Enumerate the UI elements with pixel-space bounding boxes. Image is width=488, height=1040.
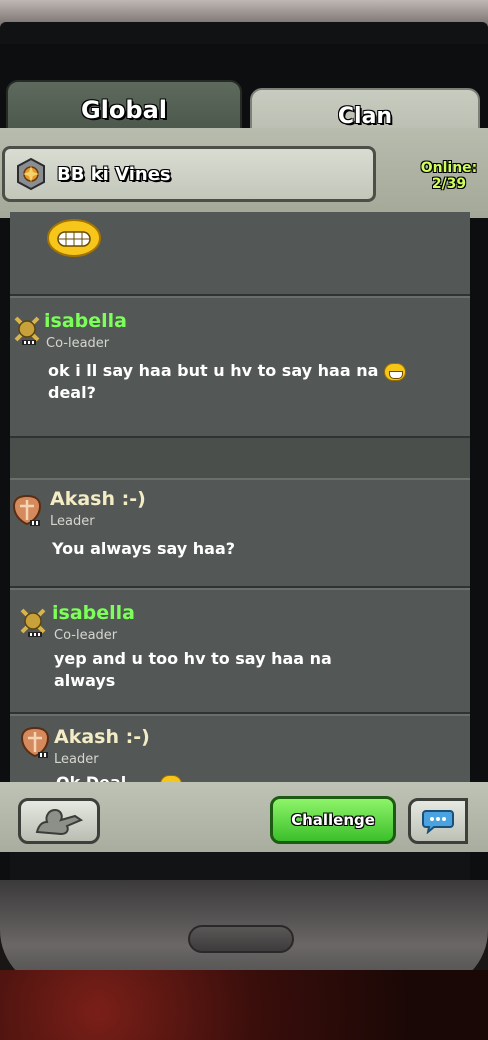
tab-global-label: Global	[80, 96, 167, 124]
message-line-1: ok i ll say haa but u hv to say haa na	[48, 361, 379, 380]
leader-shield-icon	[12, 494, 42, 526]
co-leader-crossed-swords-icon	[14, 316, 40, 345]
tab-clan-label: Clan	[337, 103, 393, 129]
sender-name: Akash :-)	[50, 488, 146, 510]
clan-badge-icon	[13, 156, 49, 192]
sender-role: Co-leader	[46, 336, 110, 351]
sender-name: isabella	[52, 602, 135, 624]
chat-message: Akash :-) Leader You always say haa?	[10, 478, 470, 588]
sender-role: Leader	[50, 514, 95, 529]
screen-footer	[10, 852, 470, 880]
chat-compose-button[interactable]	[408, 798, 468, 844]
clan-info-button[interactable]: BB ki Vines	[2, 146, 376, 202]
chat-message: isabella Co-leader yep and u too hv to s…	[10, 588, 470, 714]
sender-name: isabella	[44, 310, 127, 332]
online-label: Online:	[420, 160, 478, 176]
chat-message: isabella Co-leader ok i ll say haa but u…	[10, 296, 470, 438]
online-status: Online: 2/39	[412, 160, 486, 192]
message-line-1: You always say haa?	[52, 539, 236, 558]
clan-name: BB ki Vines	[57, 163, 171, 185]
troop-silhouette-icon	[35, 808, 84, 836]
sender-role: Co-leader	[54, 628, 118, 643]
message-line-1: yep and u too hv to say haa na	[54, 649, 332, 668]
message-text: yep and u too hv to say haa na always	[54, 648, 332, 692]
chat-message-list[interactable]: isabella Co-leader ok i ll say haa but u…	[10, 212, 470, 792]
online-count: 2/39	[431, 176, 467, 192]
chat-message-partial	[10, 212, 470, 296]
game-screen: Global Clan BB ki Vines Online: 2/39 isa…	[0, 44, 488, 880]
leader-shield-icon	[20, 726, 50, 758]
sender-role: Leader	[54, 752, 99, 767]
message-line-2: always	[54, 671, 116, 690]
speech-bubble-icon	[422, 810, 454, 834]
chat-message: Akash :-) Leader Ok Deal	[10, 714, 470, 792]
challenge-button[interactable]: Challenge	[270, 796, 396, 844]
grin-emoji-icon	[47, 219, 101, 257]
message-line-2: deal?	[48, 383, 96, 402]
message-text: ok i ll say haa but u hv to say haa na d…	[48, 360, 406, 404]
phone-home-button[interactable]	[188, 925, 294, 953]
photo-background-bottom	[0, 970, 488, 1040]
friendly-battle-button[interactable]	[18, 798, 100, 844]
sender-name: Akash :-)	[54, 726, 150, 748]
grin-emoji-icon	[383, 362, 406, 381]
co-leader-crossed-swords-icon	[20, 608, 46, 637]
message-text: You always say haa?	[52, 538, 235, 560]
challenge-label: Challenge	[291, 811, 375, 829]
